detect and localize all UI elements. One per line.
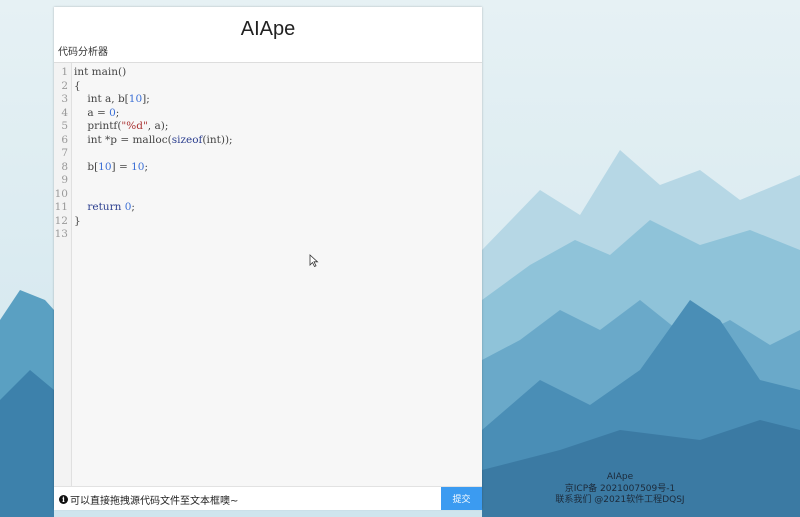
line-number: 10	[54, 187, 68, 200]
code-token: b[	[74, 160, 99, 173]
site-footer: AIApe 京ICP备 2021007509号-1 联系我们 @2021软件工程…	[540, 472, 700, 507]
code-token: "%d"	[121, 120, 148, 132]
footer-icp[interactable]: 京ICP备 2021007509号-1	[540, 484, 700, 496]
line-number-gutter: 1 2 3 4 5 6 7 8 9 10 11 12 13	[54, 63, 72, 487]
code-line[interactable]: return 0;	[74, 201, 233, 215]
code-token: sizeof	[171, 133, 203, 146]
code-line[interactable]	[74, 228, 233, 242]
footer-contact[interactable]: 联系我们 @2021软件工程DQSJ	[540, 495, 700, 507]
code-line[interactable]: printf("%d", a);	[74, 120, 233, 134]
line-number: 12	[54, 214, 68, 227]
code-token: return	[87, 201, 122, 213]
code-token: int main()	[74, 66, 127, 78]
code-line[interactable]	[74, 188, 233, 202]
code-line[interactable]: int main()	[74, 66, 233, 80]
code-token: , a);	[147, 120, 169, 132]
code-line[interactable]: }	[74, 215, 233, 229]
code-content[interactable]: int main(){ int a, b[10]; a = 0; printf(…	[74, 66, 233, 242]
mouse-pointer-icon	[309, 254, 319, 268]
code-token: ;	[115, 106, 120, 119]
code-line[interactable]	[74, 174, 233, 188]
line-number: 8	[61, 160, 68, 173]
line-number: 13	[54, 228, 68, 240]
code-token: 10	[131, 160, 145, 173]
bottom-bar: i 可以直接拖拽源代码文件至文本框噢~ 提交	[54, 486, 482, 510]
line-number: 6	[61, 133, 68, 146]
code-line[interactable]: b[10] = 10;	[74, 161, 233, 175]
code-token: ;	[131, 201, 135, 213]
line-number: 11	[54, 201, 68, 213]
code-token: ];	[142, 93, 150, 105]
code-line[interactable]: int a, b[10];	[74, 93, 233, 107]
code-token: 10	[98, 160, 112, 173]
code-line[interactable]: int *p = malloc(sizeof(int));	[74, 133, 233, 148]
code-line[interactable]	[74, 147, 233, 161]
panel-subtitle: 代码分析器	[58, 47, 108, 58]
code-token: (int));	[202, 133, 233, 146]
analyzer-panel: AIApe 代码分析器 1 2 3 4 5 6 7 8 9 10 11 12 13 int main()…	[54, 7, 482, 510]
code-editor[interactable]: 1 2 3 4 5 6 7 8 9 10 11 12 13 int main(){ int a, b[1…	[54, 62, 482, 487]
code-token: 10	[128, 93, 143, 105]
code-line[interactable]: {	[74, 80, 233, 94]
app-title: AIApe	[240, 18, 296, 40]
drag-hint: i 可以直接拖拽源代码文件至文本框噢~	[59, 492, 238, 507]
code-token: }	[74, 214, 81, 227]
code-token: a =	[74, 106, 110, 119]
footer-name: AIApe	[606, 472, 634, 482]
code-token: int *p = malloc(	[74, 133, 172, 146]
line-number: 1	[61, 66, 68, 78]
code-token: printf(	[74, 120, 122, 132]
code-line[interactable]: a = 0;	[74, 107, 233, 121]
submit-button[interactable]: 提交	[441, 487, 482, 510]
line-number: 3	[61, 93, 68, 105]
code-token: 0	[109, 106, 116, 119]
drag-hint-text: 可以直接拖拽源代码文件至文本框噢~	[70, 496, 239, 507]
code-token: {	[74, 79, 81, 92]
code-token: int a, b[	[74, 93, 129, 105]
code-token: ;	[144, 160, 149, 173]
line-number: 9	[61, 174, 68, 186]
code-token: ] =	[111, 160, 132, 173]
line-number: 4	[61, 106, 68, 119]
info-icon: i	[59, 495, 68, 504]
line-number: 7	[61, 147, 68, 159]
line-number: 2	[61, 79, 68, 92]
line-number: 5	[61, 120, 68, 132]
